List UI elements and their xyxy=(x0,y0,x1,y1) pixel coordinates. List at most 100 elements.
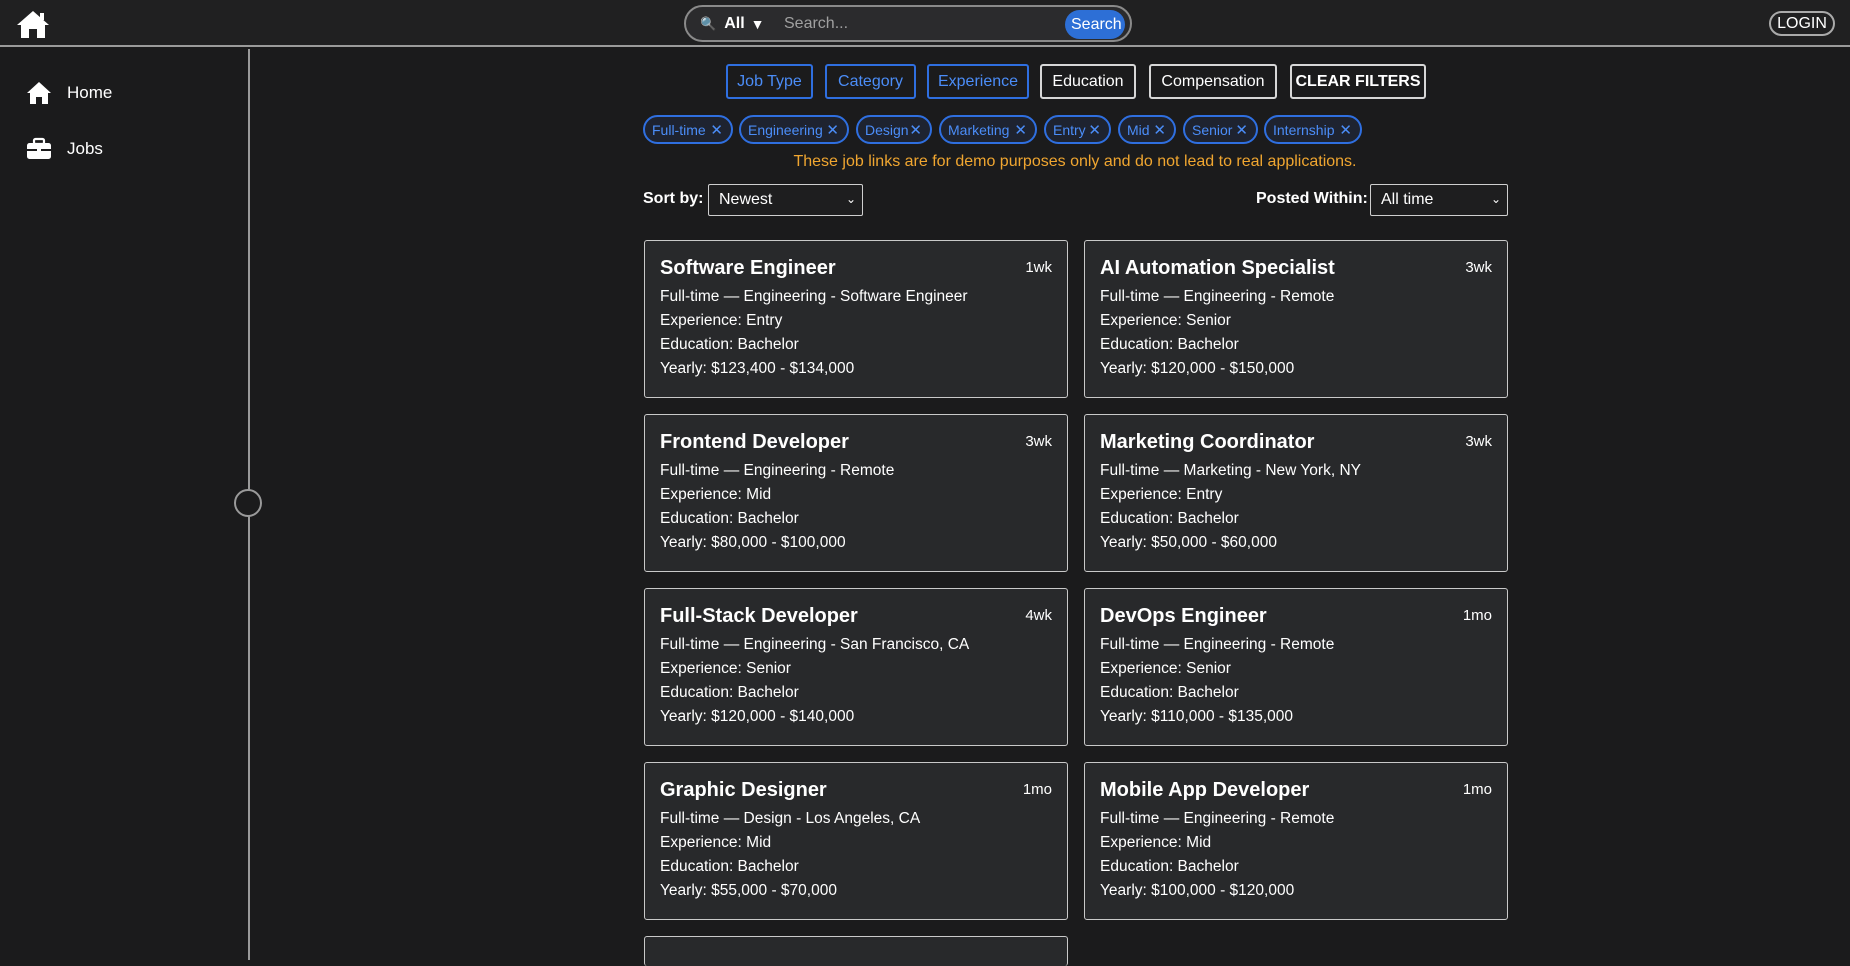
job-card-full-stack-developer[interactable]: Full-Stack Developer 4wk Full-time — Eng… xyxy=(644,588,1068,746)
job-title: Frontend Developer xyxy=(660,431,849,453)
job-title: Full-Stack Developer xyxy=(660,605,858,627)
demo-notice: These job links are for demo purposes on… xyxy=(793,153,1357,170)
close-icon[interactable]: ✕ xyxy=(826,121,839,139)
close-icon[interactable]: ✕ xyxy=(1339,121,1352,139)
home-icon xyxy=(27,82,51,104)
job-meta: Full-time — Engineering - Remote xyxy=(1100,288,1335,305)
close-icon[interactable]: ✕ xyxy=(1088,121,1101,139)
sidebar-item-jobs[interactable]: Jobs xyxy=(26,134,103,164)
chip-entry[interactable]: Entry ✕ xyxy=(1044,115,1111,144)
sort-select[interactable]: Newest xyxy=(708,184,863,216)
search-scope-dropdown[interactable]: 🔍 All ▼ xyxy=(700,7,765,40)
search-button[interactable]: Search xyxy=(1065,10,1125,39)
job-title: DevOps Engineer xyxy=(1100,605,1267,627)
sidebar-item-label: Home xyxy=(67,83,113,102)
job-experience: Experience: Senior xyxy=(660,660,791,677)
search-bar: 🔍 All ▼ Search xyxy=(684,5,1132,42)
job-title: Graphic Designer xyxy=(660,779,827,801)
job-pay: Yearly: $80,000 - $100,000 xyxy=(660,534,846,551)
job-meta: Full-time — Engineering - Software Engin… xyxy=(660,288,968,305)
job-experience: Experience: Entry xyxy=(1100,486,1223,503)
filter-compensation-button[interactable]: Compensation xyxy=(1149,64,1277,99)
job-title: Marketing Coordinator xyxy=(1100,431,1315,453)
job-pay: Yearly: $110,000 - $135,000 xyxy=(1100,708,1294,725)
job-pay: Yearly: $120,000 - $140,000 xyxy=(660,708,855,725)
close-icon[interactable]: ✕ xyxy=(1235,121,1248,139)
job-age: 4wk xyxy=(1025,607,1052,624)
job-age: 3wk xyxy=(1465,433,1492,450)
job-age: 3wk xyxy=(1025,433,1052,450)
briefcase-icon xyxy=(27,137,51,159)
chip-full-time[interactable]: Full-time ✕ xyxy=(643,115,733,144)
chip-label: Marketing xyxy=(948,121,1010,138)
job-card-software-engineer[interactable]: Software Engineer 1wk Full-time — Engine… xyxy=(644,240,1068,398)
job-education: Education: Bachelor xyxy=(1100,336,1239,353)
close-icon[interactable]: ✕ xyxy=(710,121,723,139)
job-card-mobile-app-developer[interactable]: Mobile App Developer 1mo Full-time — Eng… xyxy=(1084,762,1508,920)
job-title: Software Engineer xyxy=(660,257,836,279)
close-icon[interactable]: ✕ xyxy=(1153,121,1166,139)
posted-select-value: All time xyxy=(1381,191,1434,208)
job-meta: Full-time — Design - Los Angeles, CA xyxy=(660,810,921,827)
job-experience: Experience: Mid xyxy=(660,834,772,851)
close-icon[interactable]: ✕ xyxy=(1014,121,1027,139)
sidebar-item-label: Jobs xyxy=(67,139,103,158)
job-pay: Yearly: $55,000 - $70,000 xyxy=(660,882,837,899)
job-education: Education: Bachelor xyxy=(660,336,799,353)
sidebar-resize-handle[interactable] xyxy=(234,489,262,517)
job-meta: Full-time — Engineering - San Francisco,… xyxy=(660,636,970,653)
top-bar: 🔍 All ▼ Search LOGIN xyxy=(0,0,1850,47)
chip-design[interactable]: Design ✕ xyxy=(856,115,932,144)
chevron-down-icon: ▼ xyxy=(750,15,765,32)
chip-mid[interactable]: Mid ✕ xyxy=(1118,115,1176,144)
chip-label: Design xyxy=(865,121,909,138)
job-pay: Yearly: $120,000 - $150,000 xyxy=(1100,360,1295,377)
job-pay: Yearly: $123,400 - $134,000 xyxy=(660,360,855,377)
job-age: 1mo xyxy=(1022,781,1052,798)
clear-filters-button[interactable]: CLEAR FILTERS xyxy=(1290,64,1426,99)
sort-select-value: Newest xyxy=(719,191,773,208)
job-experience: Experience: Senior xyxy=(1100,660,1231,677)
sidebar: Home Jobs xyxy=(0,47,249,960)
job-meta: Full-time — Engineering - Remote xyxy=(1100,810,1335,827)
job-experience: Experience: Entry xyxy=(660,312,783,329)
job-card-frontend-developer[interactable]: Frontend Developer 3wk Full-time — Engin… xyxy=(644,414,1068,572)
job-meta: Full-time — Marketing - New York, NY xyxy=(1100,462,1361,479)
search-input[interactable] xyxy=(780,9,1033,38)
job-age: 3wk xyxy=(1465,259,1492,276)
filter-education-button[interactable]: Education xyxy=(1040,64,1136,99)
home-logo-icon[interactable] xyxy=(16,9,50,39)
job-education: Education: Bachelor xyxy=(660,858,799,875)
login-button[interactable]: LOGIN xyxy=(1769,11,1835,36)
filter-category-button[interactable]: Category xyxy=(825,64,916,99)
search-icon: 🔍 xyxy=(700,15,717,31)
job-meta: Full-time — Engineering - Remote xyxy=(660,462,895,479)
job-education: Education: Bachelor xyxy=(660,510,799,527)
posted-within-select[interactable]: All time xyxy=(1370,184,1508,216)
filter-job-type-button[interactable]: Job Type xyxy=(726,64,813,99)
job-pay: Yearly: $100,000 - $120,000 xyxy=(1100,882,1295,899)
chip-engineering[interactable]: Engineering ✕ xyxy=(739,115,849,144)
filter-experience-button[interactable]: Experience xyxy=(927,64,1029,99)
chip-marketing[interactable]: Marketing ✕ xyxy=(939,115,1037,144)
chip-label: Entry xyxy=(1053,121,1086,138)
job-card-devops-engineer[interactable]: DevOps Engineer 1mo Full-time — Engineer… xyxy=(1084,588,1508,746)
job-meta: Full-time — Engineering - Remote xyxy=(1100,636,1335,653)
close-icon[interactable]: ✕ xyxy=(909,121,922,139)
job-education: Education: Bachelor xyxy=(1100,858,1239,875)
job-pay: Yearly: $50,000 - $60,000 xyxy=(1100,534,1277,551)
chip-label: Engineering xyxy=(748,121,823,138)
chip-senior[interactable]: Senior ✕ xyxy=(1183,115,1258,144)
chip-internship[interactable]: Internship ✕ xyxy=(1264,115,1362,144)
chip-label: Senior xyxy=(1192,121,1233,138)
job-card-partial[interactable] xyxy=(644,936,1068,966)
job-education: Education: Bachelor xyxy=(1100,510,1239,527)
chip-label: Full-time xyxy=(652,121,706,138)
job-card-ai-automation-specialist[interactable]: AI Automation Specialist 3wk Full-time —… xyxy=(1084,240,1508,398)
job-card-marketing-coordinator[interactable]: Marketing Coordinator 3wk Full-time — Ma… xyxy=(1084,414,1508,572)
job-card-graphic-designer[interactable]: Graphic Designer 1mo Full-time — Design … xyxy=(644,762,1068,920)
job-age: 1mo xyxy=(1462,607,1492,624)
sidebar-item-home[interactable]: Home xyxy=(26,78,112,108)
chip-label: Mid xyxy=(1127,121,1150,138)
job-experience: Experience: Mid xyxy=(1100,834,1212,851)
